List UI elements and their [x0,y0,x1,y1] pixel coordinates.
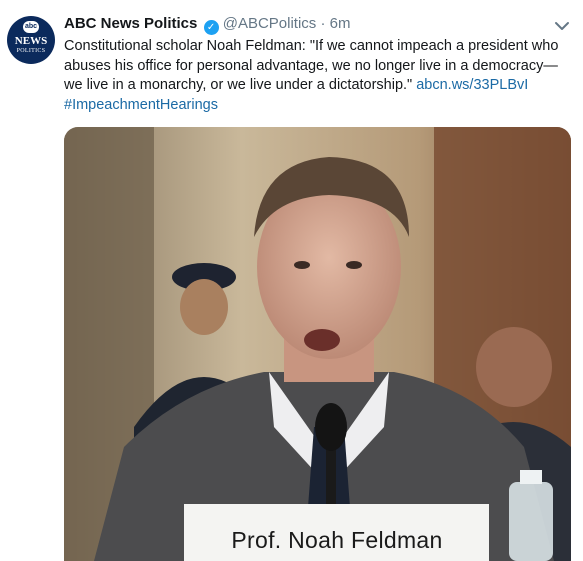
tweet-timestamp[interactable]: 6m [330,15,351,32]
tweet-media-image[interactable]: Prof. Noah Feldman [64,127,571,561]
avatar[interactable]: abc NEWS POLITICS [7,16,55,64]
tweet-link[interactable]: abcn.ws/33PLBvI [416,77,528,93]
avatar-politics-text: POLITICS [16,48,46,54]
author-name[interactable]: ABC News Politics [64,15,197,32]
tweet-text: Constitutional scholar Noah Feldman: "If… [64,37,574,115]
tweet[interactable]: abc NEWS POLITICS ABC News Politics ✓ @A… [0,0,583,561]
name-placard: Prof. Noah Feldman [231,527,443,553]
hashtag-link[interactable]: #ImpeachmentHearings [64,97,218,113]
tweet-header: ABC News Politics ✓ @ABCPolitics · 6m [64,13,351,35]
photo-illustration [64,127,571,561]
verified-badge-icon: ✓ [203,20,219,35]
separator: · [320,15,326,32]
author-handle[interactable]: @ABCPolitics [223,15,317,32]
avatar-news-text: NEWS [14,35,48,47]
avatar-abc-logo: abc [23,21,39,33]
chevron-down-icon[interactable] [553,17,571,35]
